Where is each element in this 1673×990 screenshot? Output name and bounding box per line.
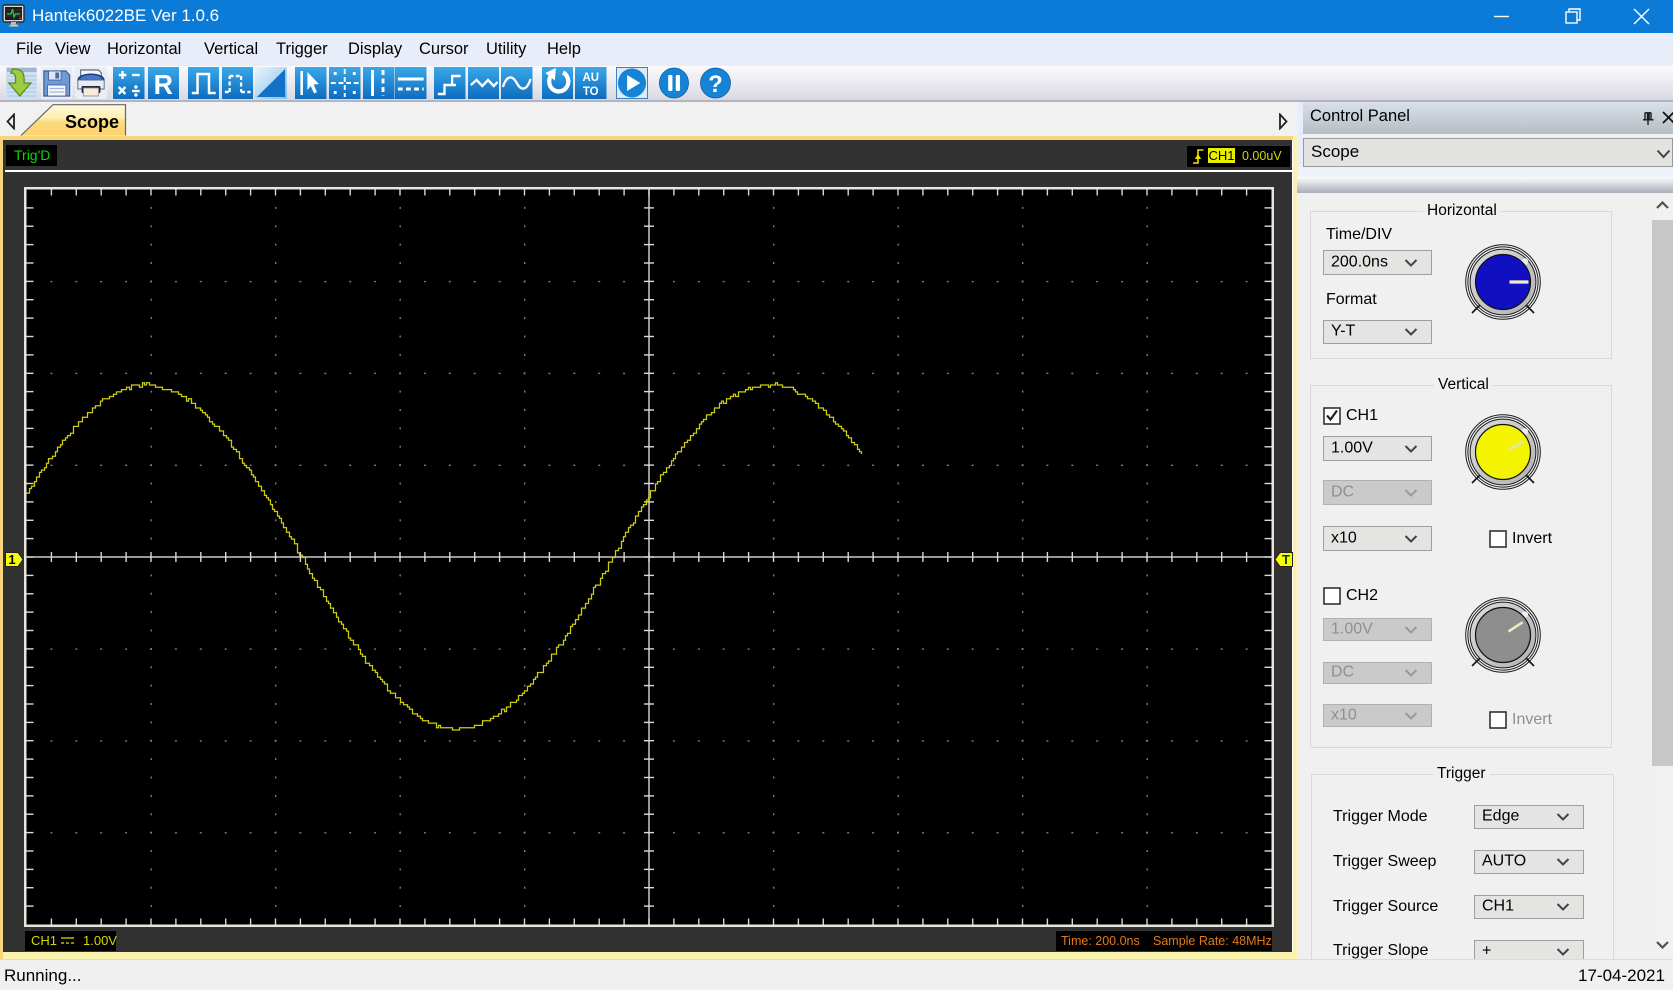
svg-text:R: R [153, 68, 173, 99]
svg-text:1: 1 [8, 552, 15, 567]
svg-text:AU: AU [582, 71, 599, 84]
svg-text:T: T [1282, 552, 1290, 567]
svg-text:TO: TO [583, 85, 599, 98]
svg-text:?: ? [708, 71, 723, 98]
